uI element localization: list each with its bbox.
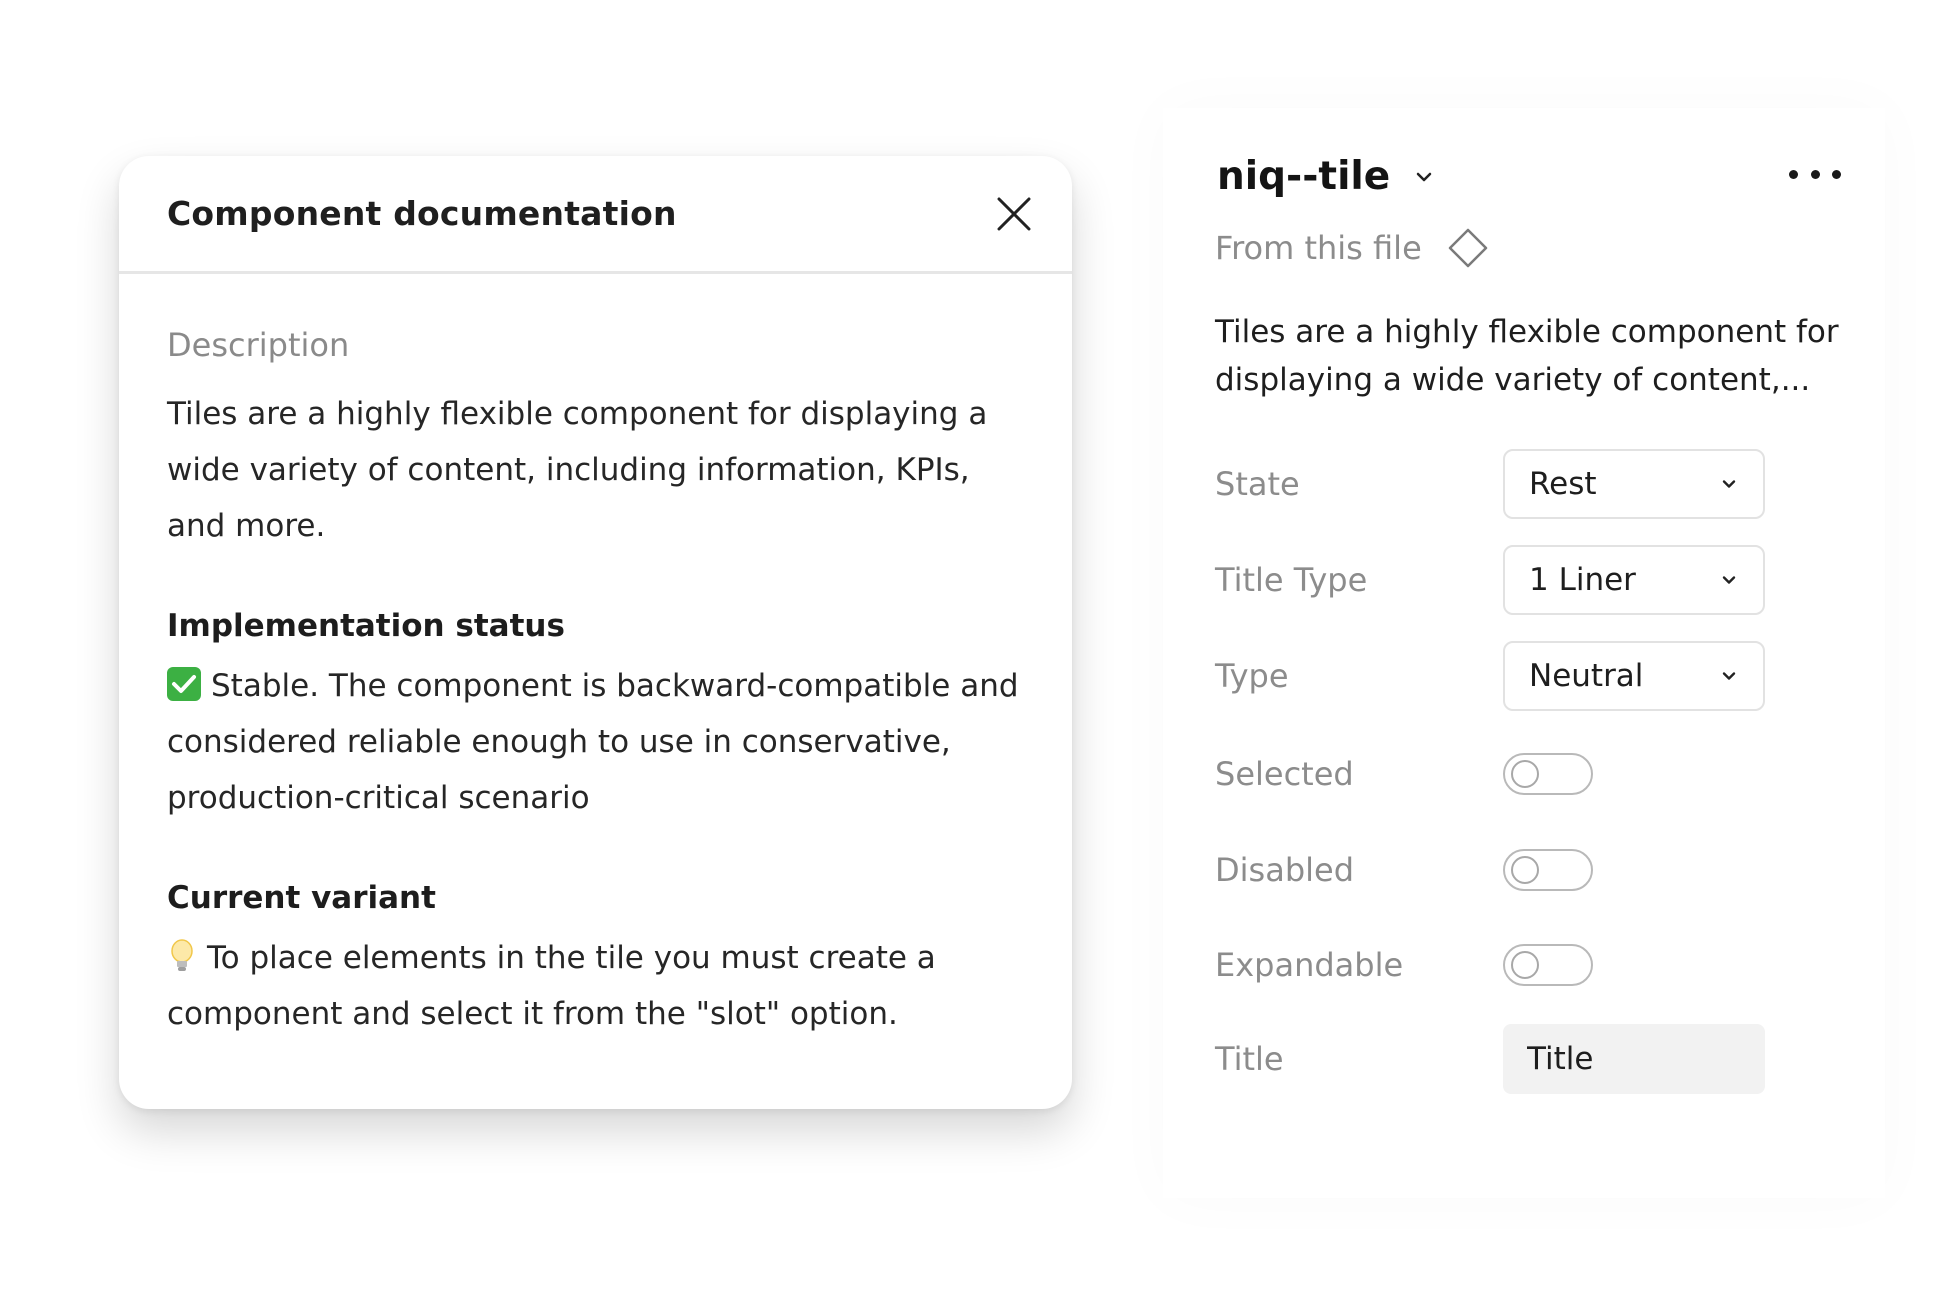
- toggle-knob: [1511, 951, 1539, 979]
- property-label-title: Title: [1215, 1040, 1284, 1078]
- selected-toggle[interactable]: [1503, 753, 1593, 795]
- property-title-type: Title Type 1 Liner: [1215, 545, 1855, 615]
- toggle-knob: [1511, 856, 1539, 884]
- property-selected: Selected: [1215, 739, 1855, 809]
- property-state: State Rest: [1215, 449, 1855, 519]
- chevron-down-icon: [1417, 172, 1432, 181]
- component-diamond-icon: [1448, 228, 1487, 268]
- popover-title: Component documentation: [167, 194, 677, 233]
- property-label-selected: Selected: [1215, 755, 1354, 793]
- title-type-select[interactable]: 1 Liner: [1503, 545, 1765, 615]
- property-label-type: Type: [1215, 657, 1289, 695]
- check-mark-emoji-icon: [167, 667, 201, 701]
- current-variant-text: To place elements in the tile you must c…: [167, 930, 1024, 1042]
- property-title: Title: [1215, 1024, 1855, 1094]
- component-name: niq--tile: [1217, 154, 1391, 199]
- more-dot: [1810, 169, 1820, 179]
- current-variant-value: To place elements in the tile you must c…: [167, 940, 936, 1032]
- implementation-status-text: Stable. The component is backward-compat…: [167, 658, 1024, 826]
- description-text: Tiles are a highly flexible component fo…: [167, 396, 988, 544]
- chevron-down-icon: [1722, 480, 1736, 488]
- close-icon: [997, 197, 1031, 231]
- close-button[interactable]: [994, 194, 1034, 234]
- popover-header: Component documentation: [119, 156, 1072, 274]
- property-disabled: Disabled: [1215, 835, 1855, 905]
- title-type-value: 1 Liner: [1529, 562, 1636, 598]
- property-label-state: State: [1215, 465, 1300, 503]
- property-type: Type Neutral: [1215, 641, 1855, 711]
- type-value: Neutral: [1529, 658, 1644, 694]
- state-select[interactable]: Rest: [1503, 449, 1765, 519]
- documentation-popover: Component documentation Description Tile…: [119, 156, 1072, 1109]
- popover-body: Description Tiles are a highly flexible …: [119, 326, 1072, 1042]
- chevron-down-icon: [1722, 672, 1736, 680]
- property-label-disabled: Disabled: [1215, 851, 1355, 889]
- disabled-toggle[interactable]: [1503, 849, 1593, 891]
- component-source: From this file: [1215, 228, 1488, 268]
- canvas: Component documentation Description Tile…: [0, 0, 1955, 1304]
- property-expandable: Expandable: [1215, 930, 1855, 1000]
- description-label: Description: [167, 326, 350, 364]
- component-properties-panel: niq--tile From this file Tiles are a hig…: [1163, 108, 1885, 1198]
- toggle-knob: [1511, 760, 1539, 788]
- title-text-input[interactable]: [1503, 1024, 1765, 1094]
- expandable-toggle[interactable]: [1503, 944, 1593, 986]
- implementation-status-value: Stable. The component is backward-compat…: [167, 668, 1019, 816]
- current-variant-heading: Current variant: [167, 880, 436, 916]
- source-label: From this file: [1215, 229, 1422, 267]
- more-options-button[interactable]: [1789, 162, 1841, 186]
- property-label-title-type: Title Type: [1215, 561, 1368, 599]
- light-bulb-icon: [171, 939, 193, 971]
- implementation-status-heading: Implementation status: [167, 608, 565, 644]
- chevron-down-icon: [1722, 576, 1736, 584]
- type-select[interactable]: Neutral: [1503, 641, 1765, 711]
- state-value: Rest: [1529, 466, 1597, 502]
- property-label-expandable: Expandable: [1215, 946, 1404, 984]
- more-dot: [1789, 169, 1798, 179]
- component-description: Tiles are a highly flexible component fo…: [1215, 314, 1839, 398]
- component-name-dropdown[interactable]: niq--tile: [1217, 154, 1434, 199]
- more-dot: [1832, 169, 1841, 179]
